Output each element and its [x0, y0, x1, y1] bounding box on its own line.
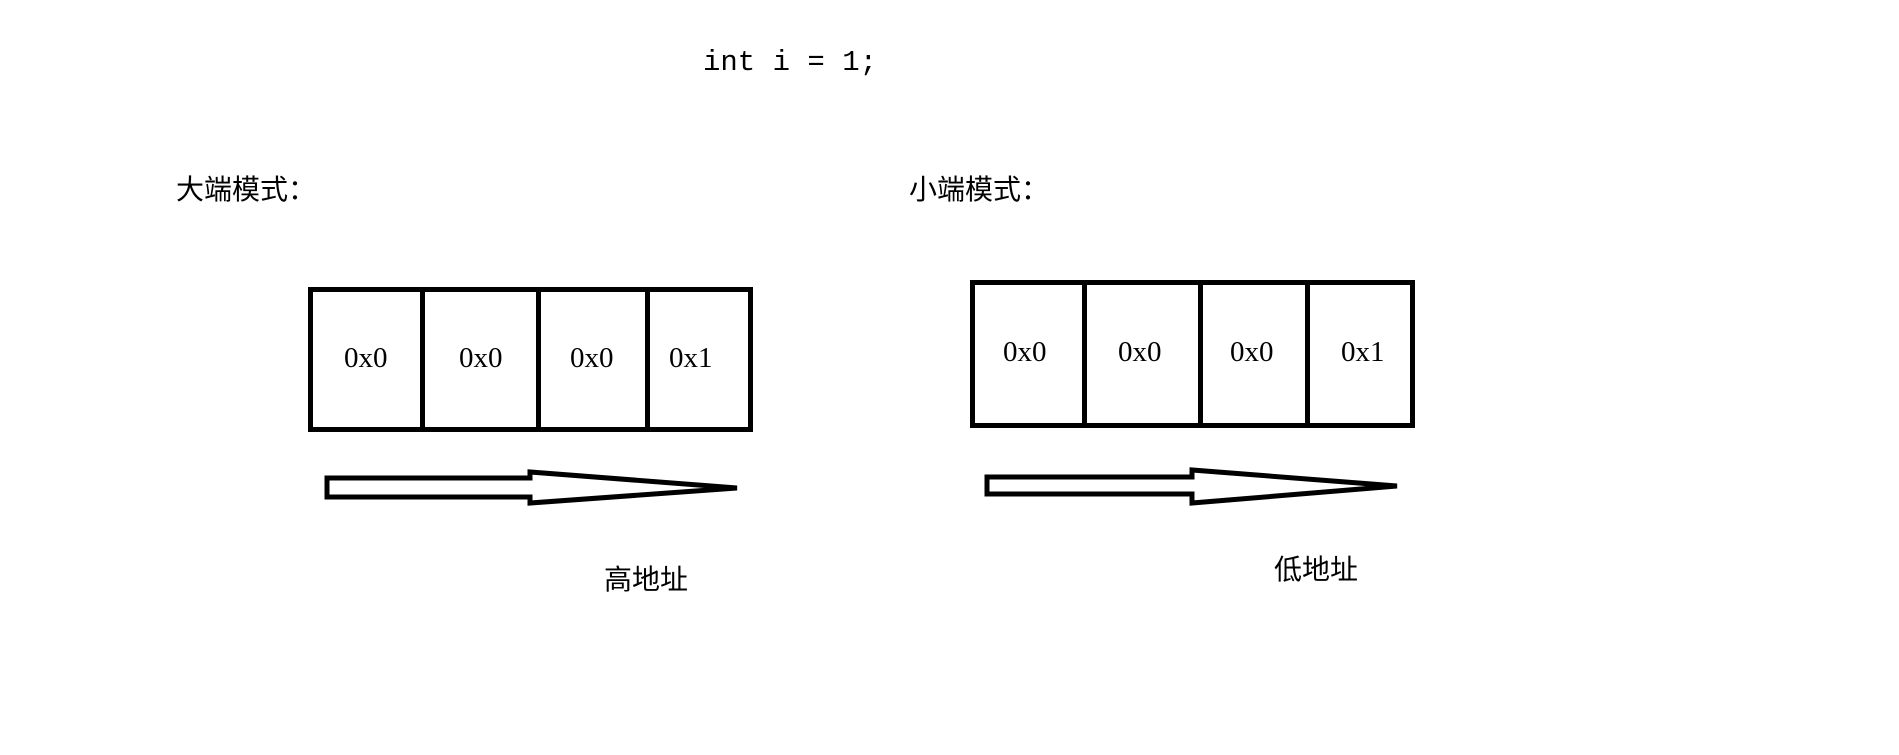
little-endian-arrow-icon — [984, 467, 1398, 506]
little-endian-direction-label: 低地址 — [1274, 553, 1359, 586]
